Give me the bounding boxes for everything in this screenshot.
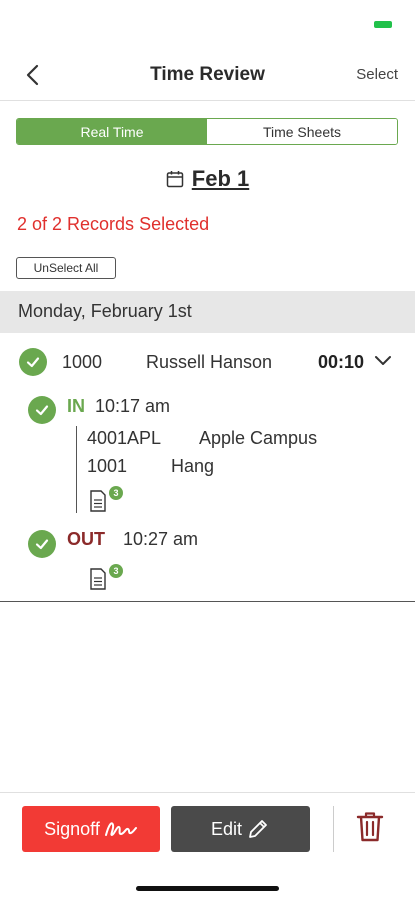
toolbar-divider [0, 792, 415, 793]
checkmark-icon [26, 357, 40, 368]
expand-toggle[interactable] [374, 354, 392, 373]
punch-detail-line [76, 426, 77, 513]
signoff-button[interactable]: Signoff [22, 806, 160, 852]
signoff-label: Signoff [44, 818, 100, 839]
record-checkbox[interactable] [19, 348, 47, 376]
edit-label: Edit [210, 818, 243, 839]
notes-count-badge: 3 [109, 564, 123, 578]
checkmark-icon [35, 539, 49, 550]
date-label: Feb 1 [191, 166, 250, 191]
toolbar-separator [333, 806, 334, 852]
selection-status: 2 of 2 Records Selected [17, 214, 210, 234]
calendar-icon [166, 171, 184, 188]
punch-out-time: 10:27 am [123, 529, 199, 549]
task-code: 1001 [87, 456, 128, 476]
notes-count-badge: 3 [109, 486, 123, 500]
document-icon [90, 568, 106, 590]
punch-in-notes-button[interactable] [89, 490, 107, 517]
day-header-label: Monday, February 1st [18, 301, 192, 321]
record-divider [0, 601, 415, 602]
battery-icon [374, 21, 392, 28]
punch-in-label: IN [67, 396, 85, 416]
signature-icon [104, 822, 137, 836]
date-selector[interactable]: Feb 1 [0, 166, 415, 192]
checkmark-icon [35, 405, 49, 416]
record-duration: 00:10 [318, 352, 365, 372]
employee-name: Russell Hanson [146, 352, 273, 372]
select-button[interactable]: Select [356, 66, 398, 83]
page-title: Time Review [150, 64, 265, 85]
punch-out-notes-button[interactable] [89, 568, 107, 595]
home-indicator [136, 886, 279, 891]
unselect-all-button[interactable]: UnSelect All [16, 257, 116, 279]
trash-icon [356, 812, 384, 842]
chevron-down-icon [375, 356, 391, 365]
tab-time-sheets[interactable]: Time Sheets [207, 119, 397, 144]
punch-out-checkbox[interactable] [28, 530, 56, 558]
punch-out-label: OUT [67, 529, 105, 549]
punch-in-checkbox[interactable] [28, 396, 56, 424]
task-name: Hang [171, 456, 215, 476]
document-icon [90, 490, 106, 512]
job-name: Apple Campus [199, 428, 318, 448]
edit-button[interactable]: Edit [171, 806, 310, 852]
tab-real-time[interactable]: Real Time [17, 119, 207, 144]
job-code: 4001APL [87, 428, 162, 448]
nav-divider [0, 100, 415, 101]
delete-button[interactable] [355, 811, 385, 843]
view-mode-tabs: Real Time Time Sheets [16, 118, 398, 145]
punch-in-time: 10:17 am [95, 396, 171, 416]
pencil-icon [249, 820, 267, 838]
employee-id: 1000 [62, 352, 103, 372]
